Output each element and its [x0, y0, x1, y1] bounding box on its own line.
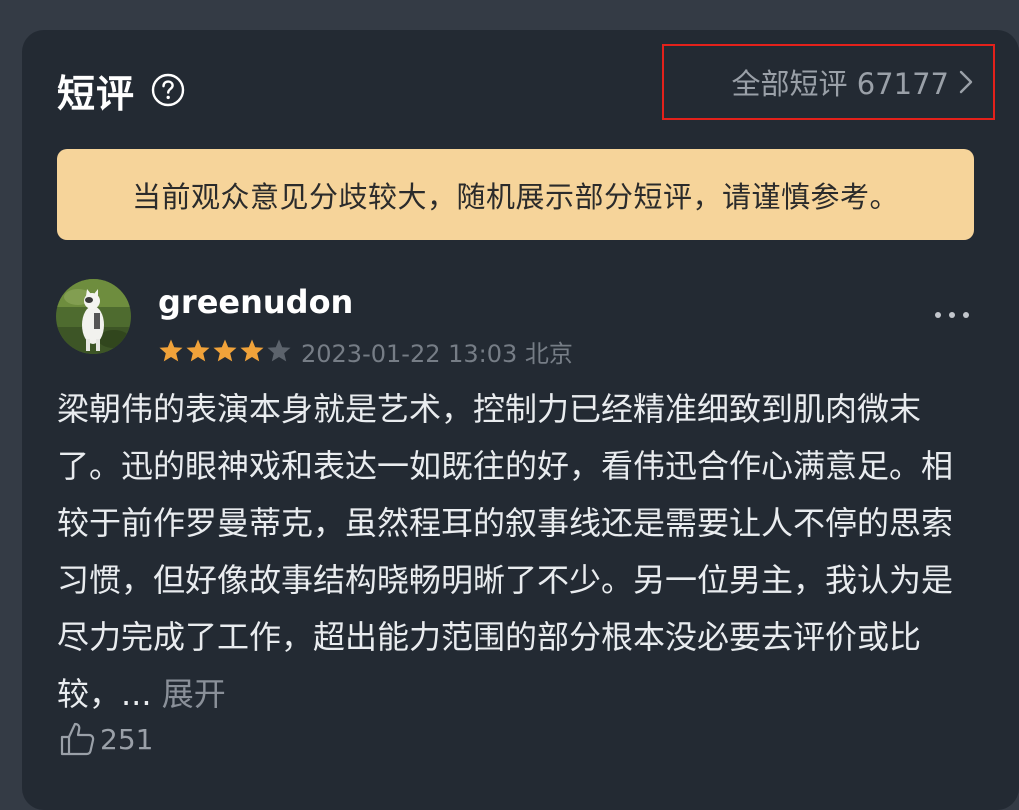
cat-avatar [56, 279, 131, 354]
star-filled-icon [213, 339, 237, 362]
star-filled-icon [159, 339, 183, 362]
like-count: 251 [100, 722, 154, 756]
like-button[interactable]: 251 [58, 719, 153, 759]
star-rating [158, 338, 293, 364]
star-filled-icon [186, 339, 210, 362]
review-text: 梁朝伟的表演本身就是艺术，控制力已经精准细致到肌肉微末了。迅的眼神戏和表达一如既… [57, 390, 954, 713]
section-header: 短评 [57, 62, 185, 118]
notice-text: 当前观众意见分歧较大，随机展示部分短评，请谨慎参考。 [131, 179, 899, 214]
all-reviews-link[interactable]: 全部短评 67177 [662, 44, 995, 120]
review-content: 梁朝伟的表演本身就是艺术，控制力已经精准细致到肌肉微末了。迅的眼神戏和表达一如既… [57, 381, 975, 723]
question-circle-icon[interactable] [151, 73, 185, 107]
star-empty-icon [267, 339, 291, 362]
review-meta: 2023-01-22 13:03 北京 [158, 335, 573, 368]
divergence-notice: 当前观众意见分歧较大，随机展示部分短评，请谨慎参考。 [57, 149, 974, 240]
thumbs-up-icon [60, 722, 95, 756]
username[interactable]: greenudon [158, 283, 353, 321]
expand-link[interactable]: 展开 [162, 675, 226, 713]
section-title: 短评 [57, 71, 136, 116]
star-filled-icon [240, 339, 264, 362]
review-date-location: 2023-01-22 13:03 北京 [301, 339, 573, 368]
all-reviews-label: 全部短评 67177 [731, 67, 949, 101]
user-avatar[interactable] [56, 279, 131, 354]
chevron-right-icon [959, 70, 973, 94]
more-dots-icon[interactable] [930, 300, 974, 330]
